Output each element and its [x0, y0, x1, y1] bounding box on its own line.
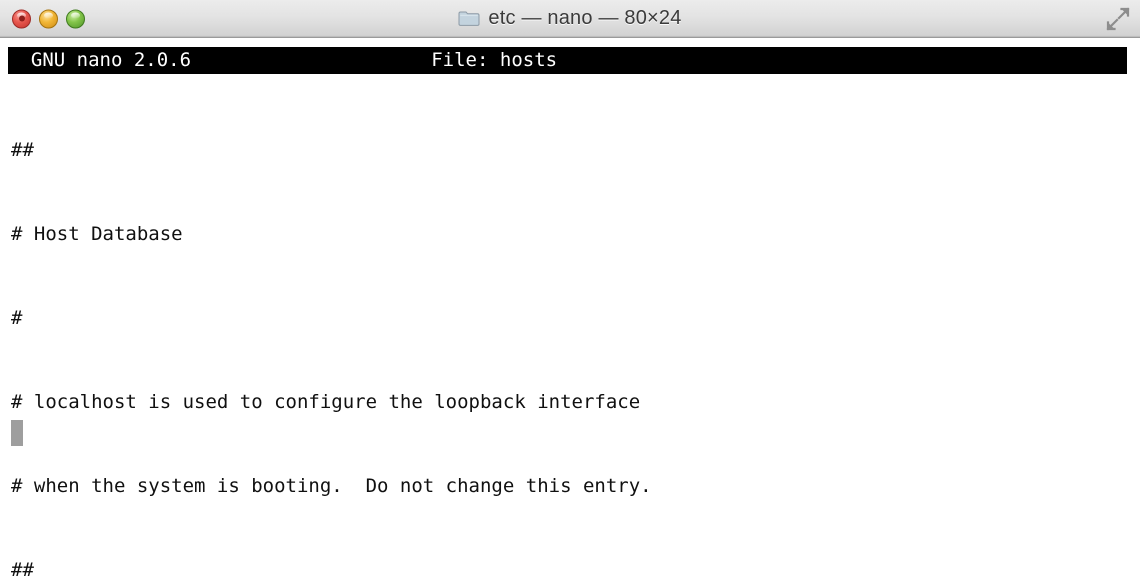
- text-line: ##: [11, 139, 34, 161]
- text-line: # localhost is used to configure the loo…: [11, 391, 641, 413]
- window-title: etc — nano — 80×24: [488, 7, 682, 29]
- zoom-button[interactable]: [66, 9, 85, 28]
- text-line: ##: [11, 559, 34, 579]
- folder-icon: [458, 11, 480, 26]
- window-controls: [12, 9, 85, 28]
- close-icon: [18, 15, 25, 22]
- terminal-screen[interactable]: GNU nano 2.0.6 File: hosts ## # Host Dat…: [0, 38, 1140, 579]
- text-line: #: [11, 307, 23, 329]
- terminal-window: etc — nano — 80×24 GNU nano 2.0.6 File: …: [0, 0, 1140, 579]
- nano-text-area[interactable]: ## # Host Database # # localhost is used…: [11, 80, 1131, 579]
- window-titlebar[interactable]: etc — nano — 80×24: [0, 0, 1140, 38]
- close-button[interactable]: [12, 9, 31, 28]
- text-line: # Host Database: [11, 223, 183, 245]
- window-title-group: etc — nano — 80×24: [458, 7, 681, 30]
- text-cursor: [11, 420, 23, 446]
- fullscreen-icon[interactable]: [1106, 6, 1130, 31]
- text-line: # when the system is booting. Do not cha…: [11, 475, 652, 497]
- nano-header-bar: GNU nano 2.0.6 File: hosts: [8, 47, 1127, 74]
- minimize-button[interactable]: [39, 9, 58, 28]
